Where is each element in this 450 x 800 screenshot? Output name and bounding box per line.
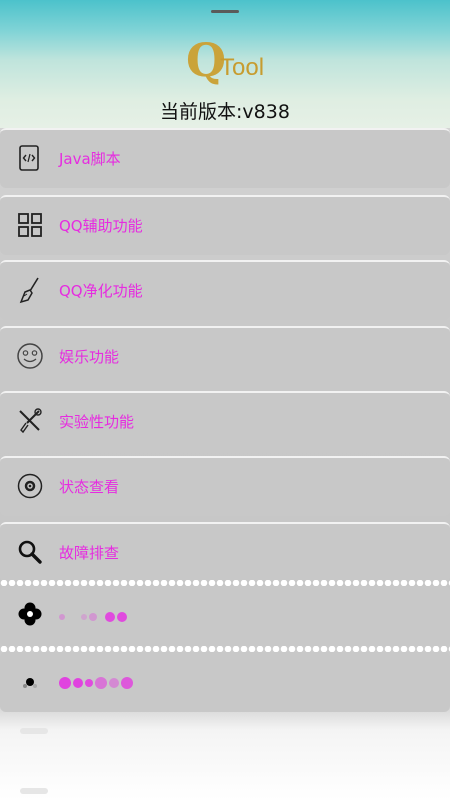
java-script-icon	[14, 142, 46, 174]
menu-item-obscured-1[interactable]	[0, 586, 450, 646]
menu-item-label: QQ辅助功能	[59, 217, 143, 235]
menu-item-label: 状态查看	[59, 478, 120, 496]
magnifier-icon	[14, 536, 46, 568]
dot-icon	[14, 664, 46, 696]
drag-handle[interactable]	[211, 10, 239, 13]
menu-item-label: 娱乐功能	[59, 348, 120, 366]
menu-item-qq-assist[interactable]: QQ辅助功能	[0, 195, 450, 255]
broom-icon	[14, 274, 46, 306]
menu-item-status[interactable]: 状态查看	[0, 456, 450, 516]
menu-item-java-script[interactable]: Java脚本	[0, 128, 450, 188]
ghost-line	[20, 788, 48, 794]
gear-status-icon	[14, 470, 46, 502]
app-header: Q Tool 当前版本:v838	[0, 0, 450, 128]
smiley-icon	[14, 340, 46, 372]
logo-tool: Tool	[220, 54, 265, 81]
flower-icon	[14, 598, 46, 630]
menu-item-label: Java脚本	[59, 150, 121, 168]
background-ghost-content	[0, 718, 450, 800]
obscured-label	[59, 606, 127, 628]
menu-item-label: 实验性功能	[59, 413, 135, 431]
menu-item-experimental[interactable]: 实验性功能	[0, 391, 450, 451]
grid-icon	[14, 209, 46, 241]
menu-item-label: 故障排查	[59, 544, 120, 562]
qtool-logo: Q Tool	[186, 34, 276, 86]
tools-icon	[14, 405, 46, 437]
menu-item-label: QQ净化功能	[59, 282, 143, 300]
menu-item-entertainment[interactable]: 娱乐功能	[0, 326, 450, 386]
menu-item-obscured-2[interactable]	[0, 652, 450, 712]
obscured-label	[59, 672, 133, 694]
ghost-line	[20, 728, 48, 734]
version-text: 当前版本:v838	[160, 101, 290, 123]
menu-item-qq-clean[interactable]: QQ净化功能	[0, 260, 450, 320]
menu-item-troubleshoot[interactable]: 故障排查	[0, 522, 450, 582]
